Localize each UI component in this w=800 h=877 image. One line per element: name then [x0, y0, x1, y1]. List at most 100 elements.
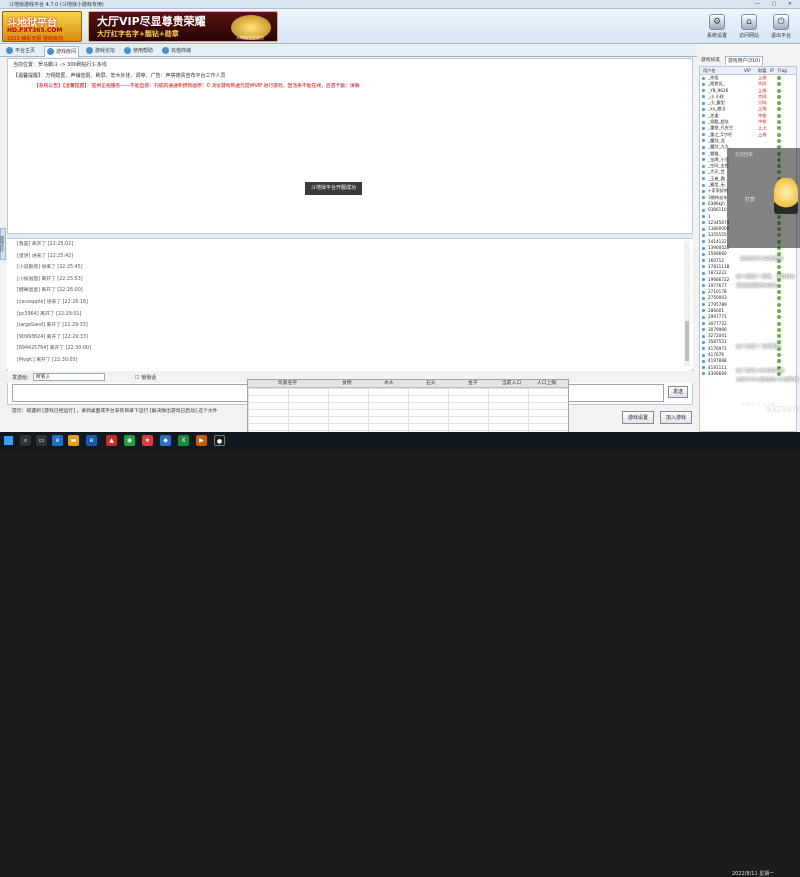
- col-vip[interactable]: VIP: [744, 67, 751, 75]
- vip-ad-banner[interactable]: 大厅VIP尽显尊贵荣耀 大厅红字名字+靓钻+勋章 斗地狱平台会员: [88, 11, 278, 42]
- chat-log: [我是] 离开了 [22:25:02] [蛋饼] 进来了 [22:25:42] …: [7, 239, 693, 369]
- edge-icon[interactable]: e: [86, 435, 97, 446]
- user-icon: [702, 278, 705, 281]
- whisper-checkbox[interactable]: ☐ 悄悄话: [135, 374, 156, 381]
- app-icon[interactable]: ▲: [106, 435, 117, 446]
- log-line: [894425764] 离开了 [22:30:00]: [17, 346, 91, 352]
- user-icon: [702, 89, 705, 93]
- system-settings-button[interactable]: ⚙ 系统设置: [703, 14, 731, 39]
- side-collapse-tab[interactable]: 游戏大厅: [0, 228, 6, 260]
- flag-icon: [777, 353, 781, 358]
- user-icon: [702, 309, 705, 313]
- tab-home[interactable]: 平台主页: [4, 46, 37, 57]
- task-view-icon[interactable]: ▭: [36, 435, 47, 446]
- window-title: 斗地狱游戏平台 4.7.0 (斗地狱小游戏专用): [9, 2, 104, 8]
- scrollbar-thumb[interactable]: [685, 321, 689, 361]
- col-gold[interactable]: 金子: [468, 380, 478, 388]
- obs-icon[interactable]: ●: [214, 435, 225, 446]
- user-icon: [702, 265, 705, 269]
- flag-icon: [777, 132, 781, 137]
- tab-friends[interactable]: 游戏好友: [699, 56, 722, 65]
- chrome-icon[interactable]: ◉: [124, 435, 135, 446]
- col-stone[interactable]: 石头: [426, 380, 436, 388]
- join-game-button[interactable]: 加入游戏: [660, 411, 692, 424]
- tab-game-room[interactable]: 游戏房间: [44, 46, 80, 57]
- user-icon: [702, 284, 705, 288]
- user-icon: [702, 139, 705, 143]
- user-icon: [702, 95, 705, 99]
- flag-icon: [777, 302, 781, 307]
- user-icon: [702, 76, 705, 80]
- logo-slogan: 2013 精彩无限 游戏有你: [7, 36, 63, 42]
- user-icon: [702, 340, 705, 344]
- log-scrollbar[interactable]: [684, 241, 690, 366]
- col-ip[interactable]: IP: [770, 67, 774, 75]
- tab-home-label: 平台主页: [15, 48, 36, 54]
- log-line: [cocoapple] 进来了 [22:26:16]: [17, 299, 88, 305]
- flag-icon: [777, 327, 781, 332]
- send-target-select[interactable]: 所有人: [33, 373, 105, 381]
- user-icon: [702, 177, 705, 181]
- user-icon: [702, 152, 705, 156]
- breadcrumb: 当前位置：罗马霸斗 -> 300刷钻行1-多线: [13, 62, 107, 68]
- tab-shop[interactable]: 充值商城: [160, 46, 193, 57]
- col-wood[interactable]: 木头: [384, 380, 394, 388]
- game-app-icon[interactable]: ★: [142, 435, 153, 446]
- windows-start-icon[interactable]: [4, 436, 13, 445]
- user-icon: [702, 82, 705, 86]
- user-icon: [702, 372, 705, 376]
- user-icon: [702, 101, 705, 105]
- tab-forum[interactable]: 游戏论坛: [84, 46, 117, 57]
- vip-title: 大厅VIP尽显尊贵荣耀: [97, 15, 206, 28]
- flag-icon: [777, 308, 781, 313]
- douyu-logo: 斗鱼 DOUYU.COM: [742, 383, 786, 407]
- user-icon: [702, 252, 705, 256]
- exit-platform-label: 退出平台: [770, 33, 791, 39]
- game-settings-button[interactable]: 游戏设置: [622, 411, 654, 424]
- folder-icon[interactable]: ▬: [68, 435, 79, 446]
- visit-site-button[interactable]: ⌂ 访问网站: [735, 14, 763, 39]
- user-icon: [702, 145, 705, 149]
- log-line: [Myglc] 离开了 [22:30:03]: [17, 357, 78, 363]
- col-population[interactable]: 当前人口: [502, 380, 521, 388]
- send-button[interactable]: 发送: [668, 386, 688, 398]
- tip-button[interactable]: 打赏: [745, 196, 755, 203]
- flag-icon: [777, 82, 781, 87]
- exit-platform-button[interactable]: ⏻ 退出平台: [767, 14, 795, 39]
- col-pop-cap[interactable]: 人口上限: [537, 380, 556, 388]
- flag-icon: [777, 296, 781, 301]
- user-icon: [702, 233, 705, 237]
- logo-url: HD.FXT365.COM: [7, 27, 63, 34]
- tab-users[interactable]: 游戏用户(310): [725, 56, 764, 65]
- douyu-logo-text: 斗鱼: [742, 387, 771, 402]
- user-icon: [702, 322, 705, 326]
- user-icon: [702, 259, 705, 263]
- col-food[interactable]: 食物: [342, 380, 352, 388]
- window-controls[interactable]: — ▢ ✕: [755, 1, 797, 7]
- user-icon: [702, 271, 705, 275]
- col-flag[interactable]: Flag: [778, 67, 787, 75]
- system-announcement: 【系统公告】【温馨提醒】：提供正规服务——不能自愿：刊航的通通积攒的能原：0 消…: [34, 84, 360, 89]
- overlay-msg: 送了游艇了 弹幕，贡献排名: [736, 275, 796, 280]
- search-icon[interactable]: ⌕: [20, 435, 31, 446]
- user-icon: [702, 107, 705, 111]
- title-bar: 斗地狱游戏平台 4.7.0 (斗地狱小游戏专用) — ▢ ✕: [0, 0, 800, 9]
- overlay-msg: 送了游艇了 弹幕贡献: [736, 345, 781, 350]
- col-wealth[interactable]: 财富: [758, 67, 766, 75]
- user-icon: [702, 328, 705, 332]
- tab-forum-label: 游戏论坛: [95, 48, 116, 54]
- tab-help[interactable]: 使用帮助: [122, 46, 155, 57]
- excel-icon[interactable]: X: [178, 435, 189, 446]
- flag-icon: [777, 113, 781, 118]
- stream-app-icon[interactable]: ▶: [196, 435, 207, 446]
- notice-text: 【温馨提醒】：万翔隐匿、声辅音阻、刷屏、宏木外挂、调停、广告：声禁德贵宣布平台工…: [13, 73, 226, 79]
- browser-icon[interactable]: e: [52, 435, 63, 446]
- header-banner: 斗地狱平台 HD.FXT365.COM 2013 精彩无限 游戏有你 大厅VIP…: [0, 9, 800, 44]
- chat-app-icon[interactable]: ◆: [160, 435, 171, 446]
- home-icon: ⌂: [741, 14, 757, 30]
- col-player-name[interactable]: 玩家名字: [278, 380, 297, 388]
- game-platform-window: 斗地狱游戏平台 4.7.0 (斗地狱小游戏专用) — ▢ ✕ 斗地狱平台 HD.…: [0, 0, 800, 432]
- user-icon: [702, 196, 705, 200]
- col-username[interactable]: 用户名: [703, 67, 716, 75]
- flag-icon: [777, 138, 781, 143]
